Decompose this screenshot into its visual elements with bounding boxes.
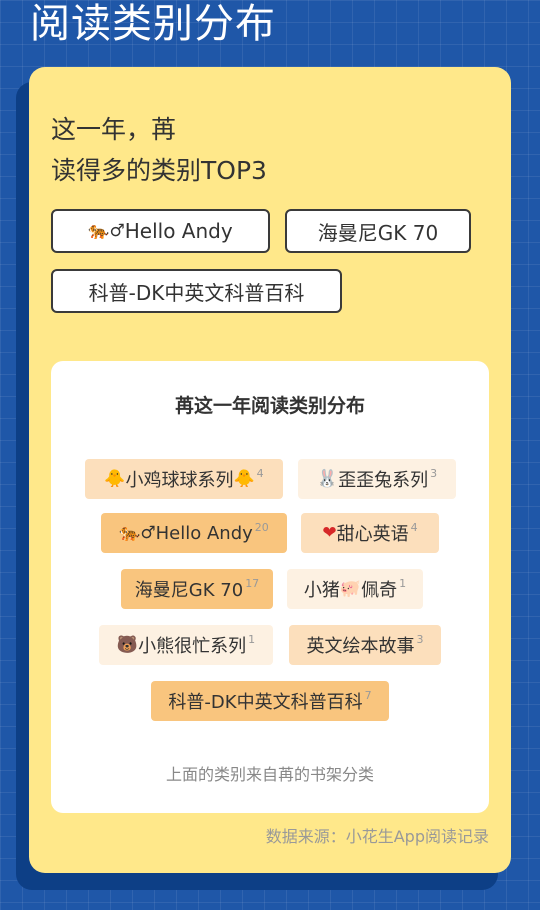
page-title: 阅读类别分布 [30, 1, 276, 47]
top3-label: 海曼尼GK 70 [317, 220, 439, 245]
tag-label: 小鸡球球系列 [125, 470, 234, 491]
tag-count: 1 [248, 632, 256, 646]
tag-yingwen[interactable]: 英文绘本故事 3 [289, 625, 441, 665]
chick-icon: 🐥 [104, 469, 126, 489]
rabbit-icon: 🐰 [316, 469, 339, 489]
heart-icon: ❤ [322, 523, 337, 543]
top3-label: Hello Andy [124, 219, 233, 243]
tag-label: 歪歪兔系列 [338, 470, 429, 491]
tag-count: 3 [430, 466, 438, 480]
summary-card: 这一年，苒 读得多的类别TOP3 🐅♂ Hello Andy 海曼尼GK 70 … [29, 67, 511, 873]
tag-label: 小猪 [303, 580, 340, 601]
chick-icon: 🐥 [233, 469, 255, 489]
tag-label: 科普-DK中英文科普百科 [168, 692, 363, 713]
top3-chip-gk70[interactable]: 海曼尼GK 70 [285, 209, 471, 253]
tag-label: 英文绘本故事 [306, 636, 415, 657]
pig-icon: 🐖 [339, 579, 362, 599]
tag-tianxin[interactable]: ❤ 甜心英语 4 [301, 513, 439, 553]
tag-count: 1 [399, 576, 407, 590]
tag-xiaoxiong[interactable]: 🐻 小熊很忙系列 1 [99, 625, 273, 665]
tag-count: 17 [245, 576, 260, 590]
tag-waiwaitu[interactable]: 🐰 歪歪兔系列 3 [298, 459, 456, 499]
data-source: 数据来源：小花生App阅读记录 [265, 827, 489, 846]
tag-gk70[interactable]: 海曼尼GK 70 17 [121, 569, 273, 609]
tag-count: 3 [416, 632, 424, 646]
tag-hello-andy[interactable]: 🐅♂ Hello Andy 20 [101, 513, 287, 553]
headline-line1: 这一年，苒 [51, 115, 177, 144]
top3-chip-dk[interactable]: 科普-DK中英文科普百科 [51, 269, 342, 313]
category-panel: 苒这一年阅读类别分布 🐥 小鸡球球系列 🐥 4 🐰 歪歪兔系列 3 🐅♂ Hel… [51, 361, 489, 813]
tag-count: 4 [410, 520, 418, 534]
top3-label: 科普-DK中英文科普百科 [88, 280, 305, 305]
tag-xiaoji[interactable]: 🐥 小鸡球球系列 🐥 4 [85, 459, 283, 499]
tag-label: 甜心英语 [336, 524, 409, 545]
tag-label: 海曼尼GK 70 [134, 580, 244, 601]
tiger-male-icon: 🐅♂ [88, 221, 125, 241]
tiger-male-icon: 🐅♂ [119, 523, 156, 543]
panel-footnote: 上面的类别来自苒的书架分类 [165, 765, 374, 784]
tag-count: 4 [256, 466, 264, 480]
headline: 这一年，苒 读得多的类别TOP3 [51, 109, 267, 191]
tag-label: 小熊很忙系列 [138, 636, 247, 657]
headline-line2: 读得多的类别TOP3 [51, 156, 267, 185]
tag-label2: 佩奇 [361, 580, 398, 601]
panel-title: 苒这一年阅读类别分布 [174, 395, 365, 417]
tag-count: 7 [364, 688, 372, 702]
tag-dk[interactable]: 科普-DK中英文科普百科 7 [151, 681, 389, 721]
tag-count: 20 [254, 520, 269, 534]
top3-chip-hello-andy[interactable]: 🐅♂ Hello Andy [51, 209, 270, 253]
tag-peppa[interactable]: 小猪 🐖 佩奇 1 [287, 569, 423, 609]
tag-label: Hello Andy [155, 522, 253, 544]
bear-icon: 🐻 [116, 635, 139, 655]
